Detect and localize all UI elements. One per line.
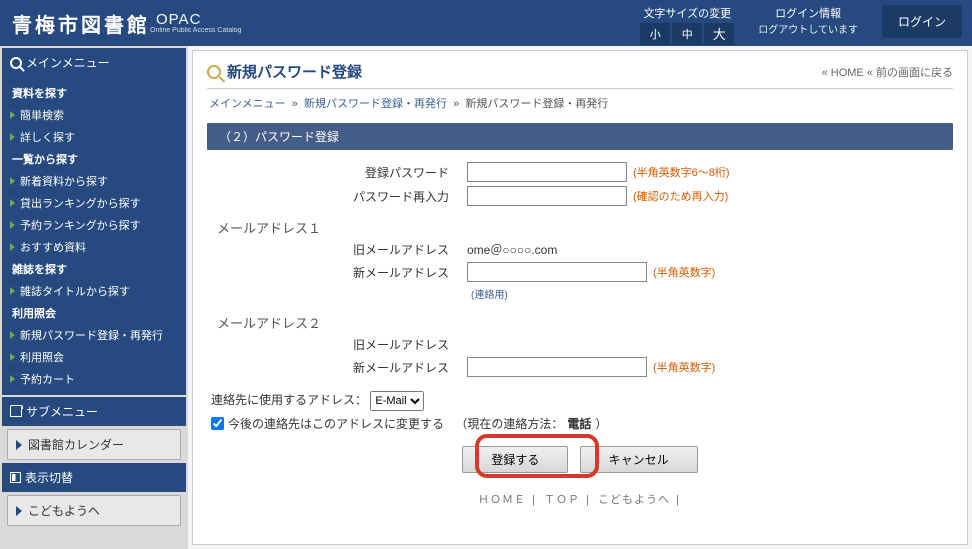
mail2-hint: (半角英数字) xyxy=(653,359,715,375)
sidebar-item-cart[interactable]: 予約カート xyxy=(2,368,186,390)
font-mid-button[interactable]: 中 xyxy=(672,23,702,45)
submit-button[interactable]: 登録する xyxy=(462,446,568,473)
search-icon xyxy=(207,65,221,79)
contact-address-row: 連絡先に使用するアドレス： E-Mail xyxy=(211,391,953,411)
mail1-note: (連絡用) xyxy=(471,286,953,301)
opac-sublabel: Online Public Access Catalog xyxy=(150,27,241,34)
new-mail2-input[interactable] xyxy=(467,357,647,377)
site-logo: 青梅市図書館 xyxy=(12,9,150,38)
group-user: 利用照会 xyxy=(2,302,186,324)
button-row: 登録する キャンセル xyxy=(207,446,953,473)
contact-label: 連絡先に使用するアドレス： xyxy=(211,393,367,407)
password-confirm-hint: (確認のため再入力) xyxy=(633,188,728,204)
bc-main[interactable]: メインメニュー xyxy=(209,98,286,110)
current-contact-prefix: （現在の連絡方法： xyxy=(455,415,563,432)
sidebar-item-resv-rank[interactable]: 予約ランキングから探す xyxy=(2,214,186,236)
font-size-control: 文字サイズの変更 小 中 大 xyxy=(640,5,734,45)
page-top-links: « HOME « 前の画面に戻る xyxy=(822,64,953,80)
current-contact-suffix: ） xyxy=(595,415,607,432)
kids-button[interactable]: こどもようへ xyxy=(7,495,181,526)
calendar-button[interactable]: 図書館カレンダー xyxy=(7,429,181,460)
breadcrumb: メインメニュー » 新規パスワード登録・再発行 » 新規パスワード登録・再発行 xyxy=(207,89,953,117)
search-icon xyxy=(10,57,22,69)
sidebar-item-magazine[interactable]: 雑誌タイトルから探す xyxy=(2,280,186,302)
footer-top[interactable]: ＴＯＰ xyxy=(544,494,580,506)
section-heading: （２）パスワード登録 xyxy=(207,123,953,150)
mail2-heading: メールアドレス２ xyxy=(217,313,953,332)
new-mail1-input[interactable] xyxy=(467,262,647,282)
main-menu-header: メインメニュー xyxy=(2,48,186,77)
password-input[interactable] xyxy=(467,162,627,182)
sidebar-item-password[interactable]: 新規パスワード登録・再発行 xyxy=(2,324,186,346)
book-icon xyxy=(10,407,22,417)
app-header: 青梅市図書館 OPAC Online Public Access Catalog… xyxy=(0,0,972,46)
toggle-header: 表示切替 xyxy=(2,463,186,492)
old-mail1-value: ome＠○○○○.com xyxy=(467,241,557,258)
font-size-label: 文字サイズの変更 xyxy=(640,5,734,21)
sidebar-item-lend-rank[interactable]: 貸出ランキングから探す xyxy=(2,192,186,214)
opac-label: OPAC xyxy=(156,12,241,27)
sidebar-item-simple-search[interactable]: 簡単検索 xyxy=(2,104,186,126)
bc-current: 新規パスワード登録・再発行 xyxy=(465,98,608,110)
current-contact-value: 電話 xyxy=(567,415,591,432)
footer-home[interactable]: ＨＯＭＥ xyxy=(478,494,526,506)
password-hint: (半角英数字6～8桁) xyxy=(633,164,730,180)
old-mail1-label: 旧メールアドレス xyxy=(207,241,467,258)
font-small-button[interactable]: 小 xyxy=(640,23,670,45)
old-mail2-label: 旧メールアドレス xyxy=(207,336,467,353)
password-confirm-input[interactable] xyxy=(467,186,627,206)
footer-kids[interactable]: こどもようへ xyxy=(598,494,670,506)
mail1-hint: (半角英数字) xyxy=(653,264,715,280)
page-title: 新規パスワード登録 xyxy=(227,61,362,82)
sidebar-item-detail-search[interactable]: 詳しく探す xyxy=(2,126,186,148)
home-link[interactable]: HOME xyxy=(831,67,864,79)
login-info-title: ログイン情報 xyxy=(758,5,858,21)
new-mail1-label: 新メールアドレス xyxy=(207,264,467,281)
main-content: 新規パスワード登録 « HOME « 前の画面に戻る メインメニュー » 新規パ… xyxy=(192,50,968,545)
toggle-icon xyxy=(10,472,21,483)
sub-menu-header: サブメニュー xyxy=(2,397,186,426)
password-label: 登録パスワード xyxy=(207,164,467,181)
font-large-button[interactable]: 大 xyxy=(704,23,734,45)
login-button[interactable]: ログイン xyxy=(882,5,962,38)
cancel-button[interactable]: キャンセル xyxy=(580,446,698,473)
bc-link[interactable]: 新規パスワード登録・再発行 xyxy=(304,98,447,110)
contact-select[interactable]: E-Mail xyxy=(370,391,424,411)
login-info: ログイン情報 ログアウトしています xyxy=(758,5,858,36)
back-link[interactable]: 前の画面に戻る xyxy=(876,67,953,79)
group-search-list: 一覧から探す xyxy=(2,148,186,170)
sidebar-item-user-ref[interactable]: 利用照会 xyxy=(2,346,186,368)
footer-links: ＨＯＭＥ | ＴＯＰ | こどもようへ | xyxy=(207,483,953,515)
new-mail2-label: 新メールアドレス xyxy=(207,359,467,376)
sidebar-item-new[interactable]: 新着資料から探す xyxy=(2,170,186,192)
sidebar-item-recommend[interactable]: おすすめ資料 xyxy=(2,236,186,258)
sidebar: メインメニュー 資料を探す 簡単検索 詳しく探す 一覧から探す 新着資料から探す… xyxy=(0,46,188,549)
login-status: ログアウトしています xyxy=(758,21,858,36)
change-contact-checkbox[interactable] xyxy=(211,417,224,430)
group-magazine: 雑誌を探す xyxy=(2,258,186,280)
group-search-materials: 資料を探す xyxy=(2,82,186,104)
change-contact-label: 今後の連絡先はこのアドレスに変更する xyxy=(228,415,444,432)
mail1-heading: メールアドレス１ xyxy=(217,218,953,237)
password-confirm-label: パスワード再入力 xyxy=(207,188,467,205)
